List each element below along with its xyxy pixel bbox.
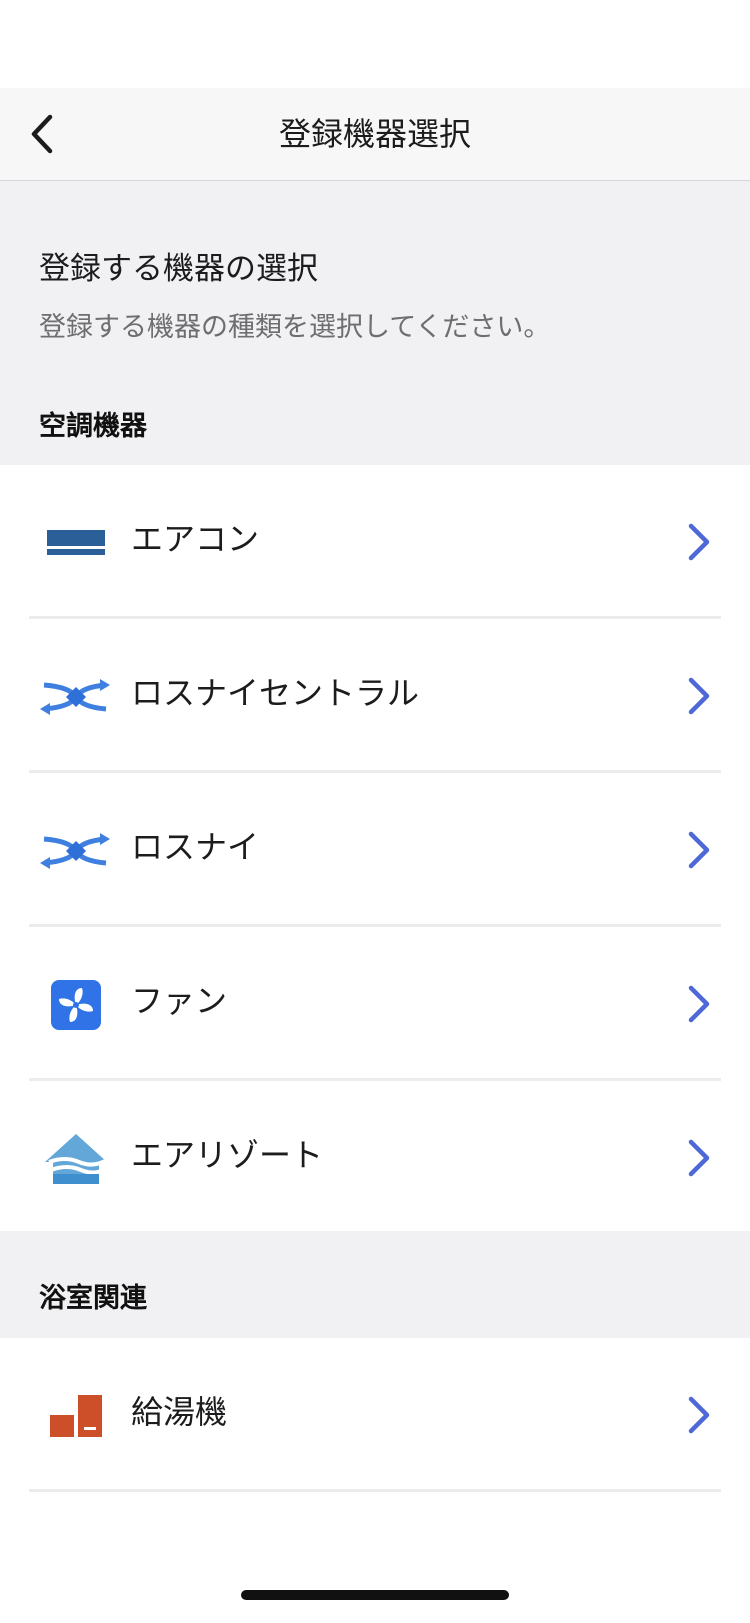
list-item-label: エアコン (131, 520, 260, 558)
chevron-right-icon (688, 1139, 710, 1177)
fan-icon (40, 969, 112, 1041)
list-item-label: ロスナイ (131, 828, 260, 866)
intro-description: 登録する機器の種類を選択してください。 (39, 312, 551, 343)
intro-title: 登録する機器の選択 (39, 251, 318, 287)
list-item-label: 給湯機 (131, 1393, 228, 1431)
chevron-right-icon (688, 677, 710, 715)
list-item-lossnay[interactable]: ロスナイ (0, 773, 750, 927)
section-header-bathroom: 浴室関連 (39, 1283, 147, 1314)
divider (29, 1489, 721, 1492)
device-list-bathroom: 給湯機 (0, 1338, 750, 1623)
home-indicator[interactable] (241, 1590, 509, 1600)
list-item-label: ファン (131, 982, 228, 1020)
list-item-label: ロスナイセントラル (131, 674, 420, 712)
air-resort-icon (40, 1123, 112, 1195)
chevron-right-icon (688, 831, 710, 869)
list-item-lossnay-central[interactable]: ロスナイセントラル (0, 619, 750, 773)
section-header-air-conditioning: 空調機器 (39, 411, 147, 442)
chevron-right-icon (688, 523, 710, 561)
water-heater-icon (40, 1380, 112, 1452)
page-title: 登録機器選択 (278, 115, 471, 153)
lossnay-icon (40, 815, 112, 887)
chevron-left-icon (31, 114, 53, 154)
back-button[interactable] (14, 106, 70, 162)
navigation-bar: 登録機器選択 (0, 88, 750, 181)
list-item-water-heater[interactable]: 給湯機 (0, 1338, 750, 1492)
list-item-aircon[interactable]: エアコン (0, 465, 750, 619)
chevron-right-icon (688, 1396, 710, 1434)
list-item-label: エアリゾート (131, 1136, 324, 1174)
chevron-right-icon (688, 985, 710, 1023)
status-bar (0, 0, 750, 88)
list-item-air-resort[interactable]: エアリゾート (0, 1081, 750, 1231)
air-conditioner-icon (40, 507, 112, 579)
lossnay-central-icon (40, 661, 112, 733)
device-list-air-conditioning: エアコン ロスナイセントラル ロスナイ ファン エアリゾート (0, 465, 750, 1231)
list-item-fan[interactable]: ファン (0, 927, 750, 1081)
